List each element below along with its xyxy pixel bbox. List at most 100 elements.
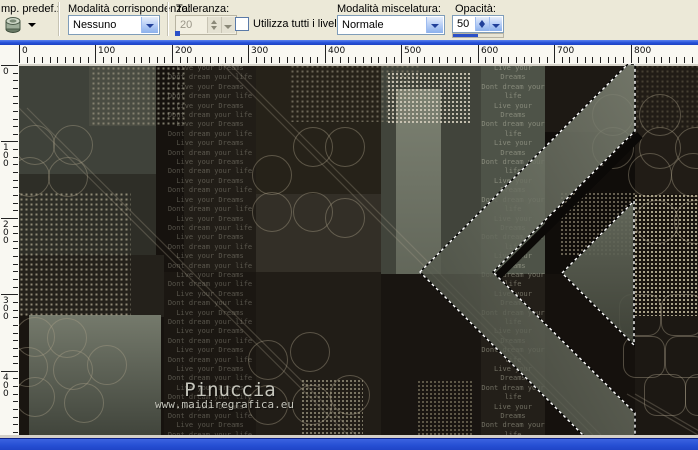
opacity-slider-button[interactable] <box>489 17 502 31</box>
ruler-tick <box>180 57 181 63</box>
ruler-tick <box>13 103 18 104</box>
ruler-tick <box>13 248 18 249</box>
ruler-tick <box>569 57 570 63</box>
ruler-tick <box>13 80 18 81</box>
tolerance-slider-button[interactable] <box>221 17 235 33</box>
ruler-tick <box>1 141 18 142</box>
ruler-tick <box>1 218 18 219</box>
ruler-tick <box>202 57 203 63</box>
ruler-tick <box>692 57 693 63</box>
ruler-label: 700 <box>557 46 575 56</box>
ruler-tick <box>348 57 349 63</box>
ruler-tick <box>13 164 18 165</box>
ruler-tick <box>371 57 372 63</box>
opacity-progress-bar <box>452 33 504 38</box>
ruler-label: 2 0 0 <box>3 220 9 246</box>
ruler-tick <box>585 57 586 63</box>
ruler-tick <box>669 57 670 63</box>
ruler-tick <box>73 57 74 63</box>
blend-mode-select[interactable]: Normale <box>337 15 445 35</box>
ruler-tick <box>294 57 295 63</box>
ruler-tick <box>233 57 234 63</box>
ruler-tick <box>241 57 242 63</box>
ruler-tick <box>554 45 555 63</box>
ruler-tick <box>13 195 18 196</box>
opacity-label: Opacità: <box>455 3 496 15</box>
match-mode-value: Nessuno <box>73 19 117 31</box>
ruler-tick <box>13 378 18 379</box>
ruler-tick <box>279 57 280 63</box>
ruler-tick <box>539 57 540 63</box>
ruler-tick <box>13 73 18 74</box>
ruler-tick <box>13 356 18 357</box>
ruler-tick <box>118 57 119 63</box>
use-all-layers-checkbox[interactable] <box>235 17 249 31</box>
ruler-tick <box>485 57 486 63</box>
preset-button[interactable] <box>4 16 26 34</box>
ruler-tick <box>462 57 463 63</box>
ruler-tick <box>13 226 18 227</box>
ruler-tick <box>524 57 525 63</box>
spin-down-icon <box>479 24 485 28</box>
ruler-tick <box>424 57 425 63</box>
ruler-tick <box>455 57 456 63</box>
ruler-tick <box>340 57 341 63</box>
opacity-spin-buttons[interactable] <box>475 17 489 31</box>
ruler-tick <box>600 57 601 63</box>
ruler-tick <box>103 57 104 63</box>
ruler-tick <box>516 57 517 63</box>
ruler-tick <box>134 57 135 63</box>
ruler-tick <box>417 57 418 63</box>
ruler-tick <box>562 57 563 63</box>
h-ruler: 0 100 200 300 400 500 600 700 800 <box>19 45 698 65</box>
ruler-tick <box>623 57 624 63</box>
ruler-tick <box>13 210 18 211</box>
tolerance-value: 20 <box>180 19 193 31</box>
ruler-tick <box>248 45 249 63</box>
ruler-tick <box>439 57 440 63</box>
ruler-tick <box>1 371 18 372</box>
preset-dropdown-caret[interactable] <box>28 23 36 27</box>
ruler-tick <box>195 57 196 63</box>
blend-mode-value: Normale <box>342 19 384 31</box>
ruler-tick <box>478 45 479 63</box>
ruler-tick <box>13 88 18 89</box>
preset-can-icon <box>5 17 21 33</box>
tolerance-spinner[interactable]: 20 <box>175 15 237 35</box>
ruler-tick <box>13 241 18 242</box>
ruler-tick <box>386 57 387 63</box>
image-canvas[interactable]: Pinuccia www.maidiregrafica.eu Live your… <box>19 64 698 435</box>
ruler-tick <box>676 57 677 63</box>
chevron-down-icon <box>431 24 439 28</box>
blend-mode-dropdown-button[interactable] <box>426 17 443 33</box>
opacity-spinner[interactable]: 50 <box>452 15 504 33</box>
ruler-tick <box>13 172 18 173</box>
ruler-tick <box>149 57 150 63</box>
spin-up-icon <box>211 20 217 24</box>
ruler-tick <box>378 57 379 63</box>
chevron-down-icon <box>146 24 154 28</box>
ruler-tick <box>164 57 165 63</box>
ruler-tick <box>363 57 364 63</box>
ruler-tick <box>13 187 18 188</box>
ruler-tick <box>141 57 142 63</box>
ruler-label: 400 <box>328 46 346 56</box>
ruler-tick <box>401 45 402 63</box>
chevron-down-icon <box>492 24 500 28</box>
ruler-tick <box>95 45 96 63</box>
match-mode-dropdown-button[interactable] <box>141 17 158 33</box>
ruler-tick <box>187 57 188 63</box>
ruler-tick <box>13 149 18 150</box>
match-mode-select[interactable]: Nessuno <box>68 15 160 35</box>
ruler-tick <box>88 57 89 63</box>
ruler-tick <box>531 57 532 63</box>
ruler-label: 0 <box>3 67 9 77</box>
tolerance-corner-mark <box>175 31 180 36</box>
ruler-corner <box>0 45 19 65</box>
ruler-tick <box>13 394 18 395</box>
ruler-label: 300 <box>251 46 269 56</box>
opacity-progress-fill <box>453 34 478 37</box>
ruler-tick <box>264 57 265 63</box>
tolerance-spin-buttons[interactable] <box>207 17 221 33</box>
ruler-tick <box>577 57 578 63</box>
